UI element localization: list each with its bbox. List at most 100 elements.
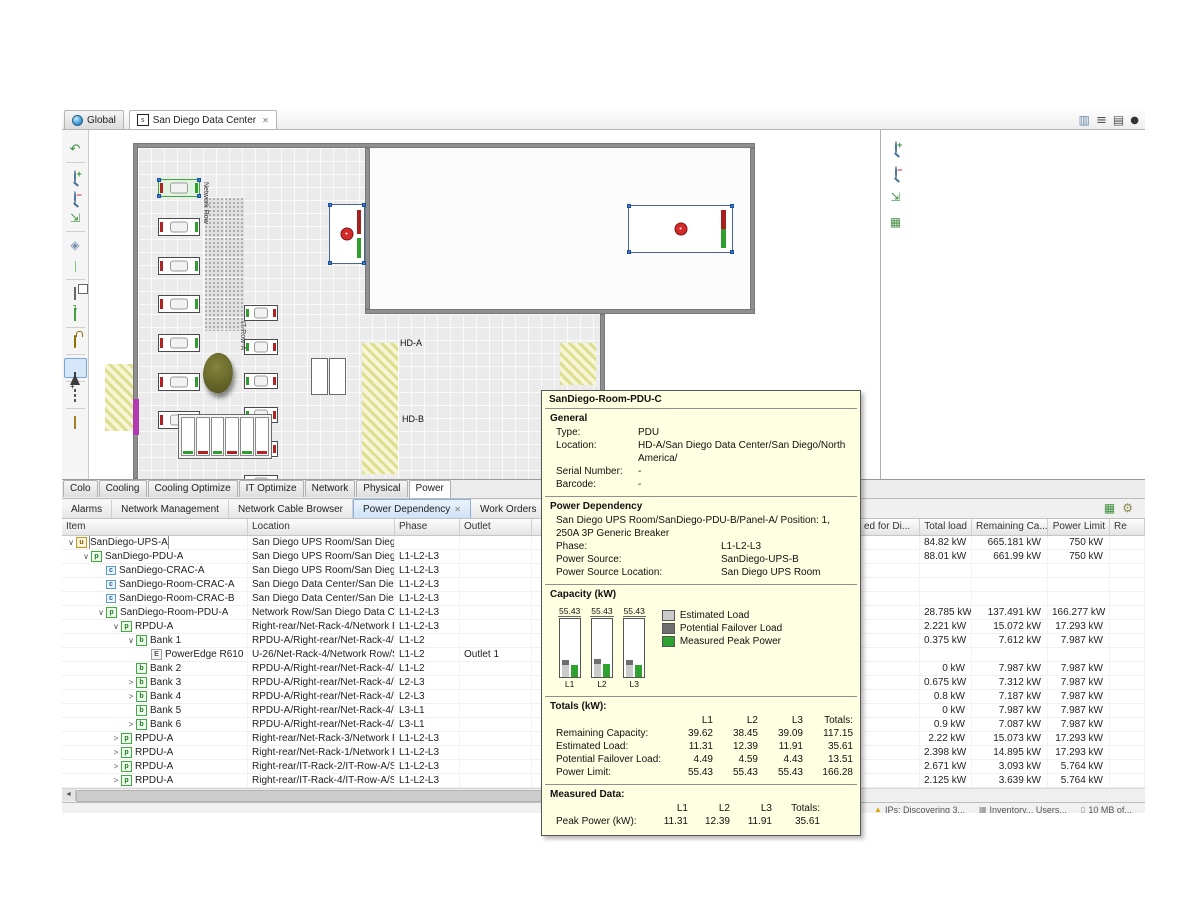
table-view-icon[interactable]: ▦ [1104, 501, 1115, 515]
column-header-location[interactable]: Location [248, 519, 395, 535]
column-header-phase[interactable]: Phase [395, 519, 460, 535]
view-tab-it-optimize[interactable]: IT Optimize [239, 480, 304, 497]
zoom-out-icon-button[interactable]: − [884, 162, 907, 182]
collapse-icon[interactable]: ∨ [96, 606, 106, 619]
selection-handle [362, 261, 366, 265]
column-header: L1 [668, 714, 713, 727]
close-tab-icon[interactable]: ✕ [262, 116, 269, 125]
column-header-total-load[interactable]: Total load [920, 519, 972, 535]
selection-handle [328, 261, 332, 265]
crac-icon: c [106, 594, 116, 603]
view-tab-physical[interactable]: Physical [356, 480, 407, 497]
scrollbar-thumb[interactable] [76, 790, 606, 802]
server-glyph [170, 222, 188, 233]
cell-total-load: 2.671 kW [920, 760, 972, 773]
expand-icon[interactable]: > [111, 732, 121, 745]
scroll-left-icon[interactable]: ◄ [62, 789, 76, 801]
panel-tab-alarms[interactable]: Alarms [62, 500, 112, 518]
small-unit [196, 417, 210, 456]
zoom-out-icon-button[interactable]: − [64, 187, 87, 207]
view-tab-power[interactable]: Power [409, 480, 451, 498]
lock-icon-button[interactable] [64, 331, 87, 351]
rack [244, 305, 278, 321]
tab-san-diego-data-center[interactable]: s San Diego Data Center ✕ [129, 110, 277, 129]
cell-remaining-extra [1110, 760, 1145, 773]
column-header-re[interactable]: Re [1110, 519, 1145, 535]
column-header-power-limit[interactable]: Power Limit [1048, 519, 1110, 535]
cell-outlet [460, 774, 532, 787]
collapse-icon[interactable]: ∨ [126, 634, 136, 647]
paste-box-icon-button[interactable] [64, 304, 87, 324]
close-tab-icon[interactable]: ✕ [454, 505, 461, 514]
view-tab-network[interactable]: Network [305, 480, 356, 497]
settings-icon[interactable]: ⚙ [1122, 501, 1133, 515]
view-layout-icon[interactable]: ▥ [1079, 113, 1090, 127]
panel-tab-network-management[interactable]: Network Management [112, 500, 229, 518]
view-3d-icon-button[interactable]: ◈ [64, 235, 87, 255]
legend-entry: Measured Peak Power [662, 636, 782, 647]
dot-icon[interactable]: ● [1130, 112, 1139, 128]
cell-phase: L1-L2-L3 [395, 564, 460, 577]
tree-cell: ∨uSanDiego-UPS-A [62, 536, 248, 549]
small-unit [255, 417, 269, 456]
cell-phase: L1-L2-L3 [395, 592, 460, 605]
view-tab-colo[interactable]: Colo [63, 480, 98, 497]
zoom-in-icon: + [74, 171, 76, 182]
expand-icon[interactable]: > [111, 760, 121, 773]
copy-icon-button[interactable] [64, 283, 87, 303]
panel-tab-work-orders[interactable]: Work Orders [471, 500, 547, 518]
expand-icon[interactable]: > [111, 774, 121, 787]
divider [66, 408, 85, 409]
ups-unit [628, 205, 733, 253]
cell-measured-for [860, 606, 920, 619]
alarm-indicator-icon [341, 228, 354, 241]
view-list-icon[interactable]: ▤ [1113, 113, 1124, 127]
panel-tab-power-dependency[interactable]: Power Dependency✕ [353, 499, 471, 518]
zoom-in-icon-button[interactable]: + [884, 137, 907, 157]
server-glyph [170, 261, 188, 272]
collapse-icon[interactable]: ∨ [66, 536, 76, 549]
marquee-select-icon-button[interactable] [64, 385, 87, 405]
bar-box [559, 618, 581, 678]
bank-icon: b [136, 677, 147, 688]
ruler-icon-button[interactable] [64, 412, 87, 432]
expand-icon[interactable]: > [111, 746, 121, 759]
cell-measured-for [860, 676, 920, 689]
tab-global[interactable]: Global [64, 110, 124, 129]
collapse-icon[interactable]: ∨ [81, 550, 91, 563]
cell-power-limit [1048, 592, 1110, 605]
view-menu-icon[interactable]: ≡ [1096, 113, 1107, 128]
legend-label: Potential Failover Load [680, 623, 782, 634]
cell-remaining-extra [1110, 564, 1145, 577]
cell-remaining-capacity: 15.072 kW [972, 620, 1048, 633]
measure-icon-button[interactable] [64, 256, 87, 276]
column-header-outlet[interactable]: Outlet [460, 519, 532, 535]
zoom-in-icon-button[interactable]: + [64, 166, 87, 186]
expand-icon[interactable]: > [126, 690, 136, 703]
zoom-fit-icon-button[interactable]: ⇲ [884, 187, 907, 207]
cell-location: RPDU-A/Right-rear/Net-Rack-4/N... [248, 634, 395, 647]
legend-label: Measured Peak Power [680, 636, 781, 647]
expand-icon[interactable]: > [126, 718, 136, 731]
field-value: - [638, 478, 641, 491]
cell-total-load: 28.785 kW [920, 606, 972, 619]
panel-tab-network-cable-browser[interactable]: Network Cable Browser [229, 500, 353, 518]
view-tab-cooling-optimize[interactable]: Cooling Optimize [148, 480, 238, 497]
zoom-fit-icon-button[interactable]: ⇲ [64, 208, 87, 228]
value: 13.51 [803, 753, 853, 766]
undo-icon-button[interactable]: ↶ [64, 139, 87, 159]
column-header-ed-for-di-[interactable]: ed for Di... [860, 519, 920, 535]
view-tab-cooling[interactable]: Cooling [99, 480, 147, 497]
legend-swatch [662, 636, 675, 647]
tree-cell: bBank 2 [62, 662, 248, 675]
cell-measured-for [860, 760, 920, 773]
legend-grid-icon-button[interactable]: ▦ [884, 212, 907, 232]
tree-cell: EPowerEdge R610 [62, 648, 248, 661]
status-text: 10 MB of... [1088, 805, 1132, 813]
column-header-remaining-ca-[interactable]: Remaining Ca... [972, 519, 1048, 535]
collapse-icon[interactable]: ∨ [111, 620, 121, 633]
expand-icon[interactable]: > [126, 676, 136, 689]
column-header-item[interactable]: Item [62, 519, 248, 535]
select-cursor-icon-button[interactable] [64, 358, 87, 378]
item-name: SanDiego-Room-PDU-A [120, 606, 228, 619]
